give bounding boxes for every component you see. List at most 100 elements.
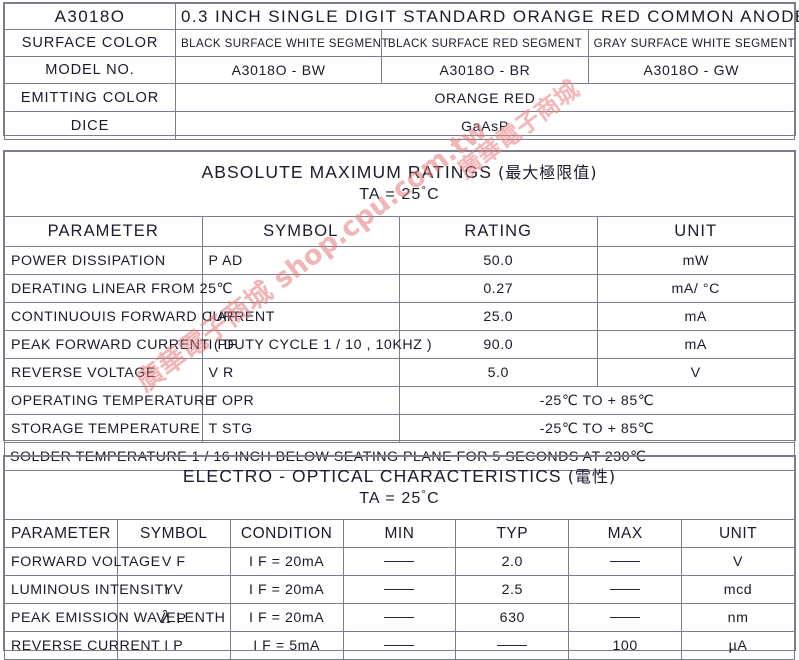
surface-color-value-gw: GRAY SURFACE WHITE SEGMENT (587, 29, 796, 57)
emitting-color-value: ORANGE RED (175, 83, 795, 112)
eo-max-forward-voltage (568, 547, 683, 576)
part-number-cell: A3018O (4, 3, 176, 30)
lambda-icon: λ (161, 608, 173, 627)
amr-subtitle-suffix: C (427, 185, 440, 203)
product-spec-table: A3018O 0.3 INCH SINGLE DIGIT STANDARD OR… (3, 2, 799, 140)
amr-rating-power-dissipation: 50.0 (399, 246, 598, 275)
amr-param-derating: DERATING LINEAR FROM 25℃ (4, 274, 232, 303)
eo-min-peak-emission-wavelength (342, 603, 457, 632)
eo-condition-forward-voltage: I F = 20mA (229, 547, 344, 576)
table-row: PEAK EMISSION WAVELENTH λ P I F = 20mA 6… (4, 603, 795, 632)
model-no-value-bw: A3018O - BW (174, 56, 383, 84)
eo-subtitle-prefix: TA = 25 (359, 489, 422, 507)
dash-icon (610, 617, 641, 619)
amr-unit-peak-forward-current: mA (596, 330, 795, 359)
eo-max-reverse-current: 100 (568, 631, 683, 660)
dice-value: GaAsP (175, 111, 795, 140)
amr-rating-derating: 0.27 (399, 274, 598, 303)
eo-unit-reverse-current: µA (681, 631, 795, 660)
table-row: DICE GaAsP (4, 111, 795, 140)
table-row: STORAGE TEMPERATURE T STG -25℃ TO + 85℃ (4, 414, 795, 443)
eo-min-reverse-current (342, 631, 457, 660)
amr-col-parameter: PARAMETER (4, 216, 203, 247)
eo-min-luminous-intensity (342, 575, 457, 604)
amr-rating-storage-temperature: -25℃ TO + 85℃ (399, 414, 795, 443)
amr-title-cjk: (最大極限值) (498, 163, 598, 183)
eo-condition-reverse-current: I F = 5mA (229, 631, 344, 660)
eo-condition-peak-emission-wavelength: I F = 20mA (229, 603, 344, 632)
amr-col-rating: RATING (399, 216, 598, 247)
amr-title-cell: ABSOLUTE MAXIMUM RATINGS (最大極限值) TA = 25… (4, 151, 795, 217)
model-no-value-gw: A3018O - GW (587, 56, 796, 84)
dash-icon (610, 561, 641, 563)
dash-icon (497, 645, 528, 647)
amr-rating-reverse-voltage: 5.0 (399, 358, 598, 387)
absolute-maximum-ratings-table: ABSOLUTE MAXIMUM RATINGS (最大極限值) TA = 25… (3, 150, 796, 471)
table-row: ELECTRO - OPTICAL CHARACTERISTICS (電性) T… (4, 456, 795, 520)
amr-param-reverse-voltage: REVERSE VOLTAGE (4, 358, 203, 387)
amr-symbol-reverse-voltage: V R (201, 358, 400, 387)
amr-param-continuous-forward-current: CONTINUOUIS FORWARD CURRENT (4, 302, 274, 331)
eo-title-en: ELECTRO - OPTICAL CHARACTERISTICS (182, 466, 562, 487)
table-row: ABSOLUTE MAXIMUM RATINGS (最大極限值) TA = 25… (4, 151, 795, 217)
amr-unit-continuous-forward-current: mA (596, 302, 795, 331)
amr-param-storage-temperature: STORAGE TEMPERATURE (4, 414, 203, 443)
amr-symbol-operating-temperature: T OPR (201, 386, 400, 415)
eo-symbol-peak-emission-wavelength-text: P (176, 611, 187, 627)
eo-condition-luminous-intensity: I F = 20mA (229, 575, 344, 604)
amr-param-power-dissipation: POWER DISSIPATION (4, 246, 203, 275)
eo-max-luminous-intensity (568, 575, 683, 604)
table-row: EMITTING COLOR ORANGE RED (4, 83, 795, 112)
eo-typ-forward-voltage: 2.0 (455, 547, 570, 576)
dice-label: DICE (4, 111, 176, 140)
eo-col-parameter: PARAMETER (4, 519, 118, 548)
table-header-row: PARAMETER SYMBOL RATING UNIT (4, 216, 795, 247)
amr-title-en: ABSOLUTE MAXIMUM RATINGS (201, 162, 493, 183)
eo-param-luminous-intensity: LUMINOUS INTENSITY (4, 575, 173, 604)
eo-col-min: MIN (342, 519, 457, 548)
dash-icon (384, 617, 415, 619)
dash-icon (384, 589, 415, 591)
dash-icon (384, 561, 415, 563)
table-row: SURFACE COLOR BLACK SURFACE WHITE SEGMEN… (4, 29, 796, 57)
surface-color-value-bw: BLACK SURFACE WHITE SEGMENT (174, 29, 389, 57)
amr-unit-power-dissipation: mW (596, 246, 795, 275)
amr-col-symbol: SYMBOL (201, 216, 400, 247)
table-row: OPERATING TEMPERATURE T OPR -25℃ TO + 85… (4, 386, 795, 415)
table-row: POWER DISSIPATION P AD 50.0 mW (4, 246, 795, 275)
eo-col-typ: TYP (455, 519, 570, 548)
table-row: REVERSE CURRENT I P I F = 5mA 100 µA (4, 631, 795, 660)
table-header-row: PARAMETER SYMBOL CONDITION MIN TYP MAX U… (4, 519, 795, 548)
table-row: LUMINOUS INTENSITY I V I F = 20mA 2.5 mc… (4, 575, 795, 604)
model-no-value-br: A3018O - BR (381, 56, 589, 84)
eo-param-reverse-current: REVERSE CURRENT (4, 631, 160, 660)
amr-param-operating-temperature: OPERATING TEMPERATURE (4, 386, 214, 415)
table-row: CONTINUOUIS FORWARD CURRENT I AF 25.0 mA (4, 302, 795, 331)
eo-param-forward-voltage: FORWARD VOLTAGE (4, 547, 160, 576)
amr-rating-continuous-forward-current: 25.0 (399, 302, 598, 331)
amr-subtitle-prefix: TA = 25 (359, 185, 422, 203)
eo-max-peak-emission-wavelength (568, 603, 683, 632)
amr-unit-reverse-voltage: V (596, 358, 795, 387)
emitting-color-label: EMITTING COLOR (4, 83, 176, 112)
table-row: PEAK FORWARD CURRENT ( DUTY CYCLE 1 / 10… (4, 330, 795, 359)
dash-icon (384, 645, 415, 647)
amr-symbol-power-dissipation: P AD (201, 246, 400, 275)
eo-min-forward-voltage (342, 547, 457, 576)
eo-unit-luminous-intensity: mcd (681, 575, 795, 604)
surface-color-label: SURFACE COLOR (4, 29, 176, 57)
model-no-label: MODEL NO. (4, 56, 176, 84)
eo-typ-reverse-current (455, 631, 570, 660)
amr-rating-operating-temperature: -25℃ TO + 85℃ (399, 386, 795, 415)
dash-icon (610, 589, 641, 591)
amr-symbol-storage-temperature: T STG (201, 414, 400, 443)
eo-subtitle-suffix: C (427, 489, 440, 507)
eo-col-condition: CONDITION (229, 519, 344, 548)
eo-typ-peak-emission-wavelength: 630 (455, 603, 570, 632)
eo-col-max: MAX (568, 519, 683, 548)
amr-col-unit: UNIT (596, 216, 795, 247)
eo-col-symbol: SYMBOL (116, 519, 231, 548)
eo-param-peak-emission-wavelength: PEAK EMISSION WAVELENTH (4, 603, 225, 632)
surface-color-value-br: BLACK SURFACE RED SEGMENT (381, 29, 589, 57)
eo-unit-peak-emission-wavelength: nm (681, 603, 795, 632)
